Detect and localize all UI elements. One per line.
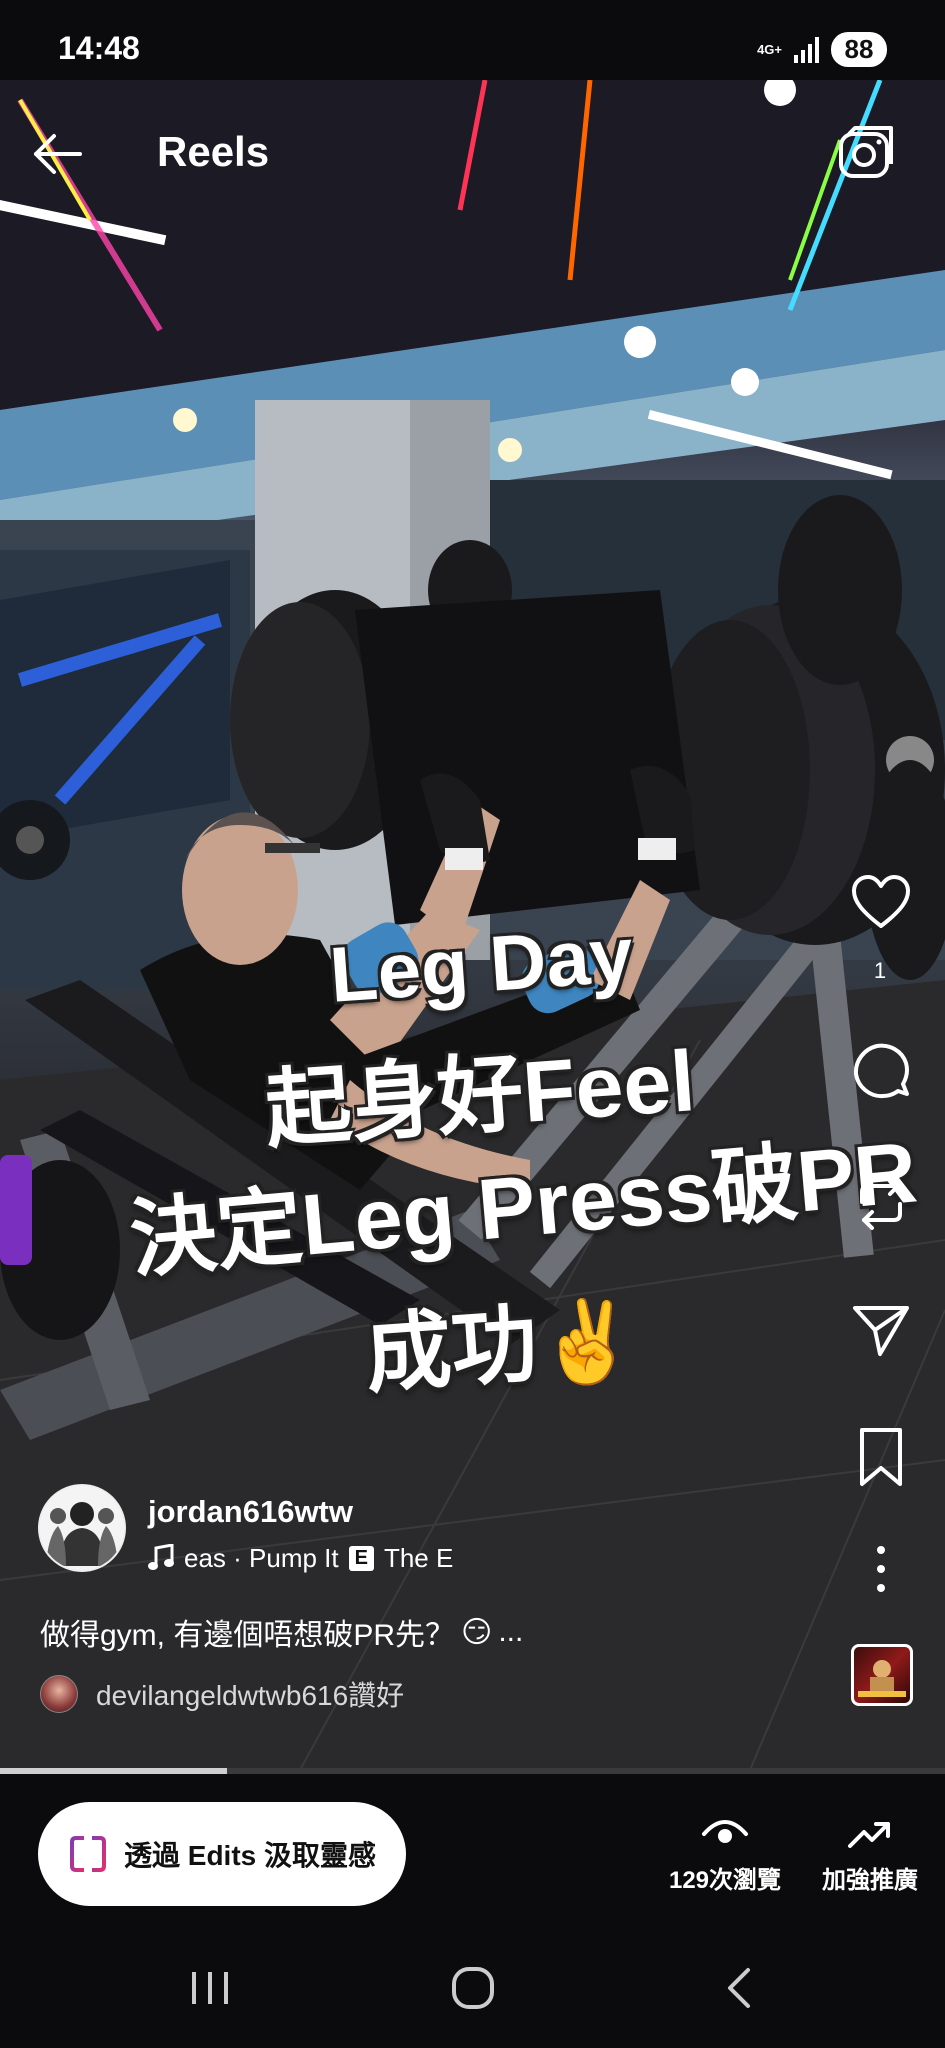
victory-hand-emoji: ✌️ bbox=[534, 1294, 640, 1390]
views-count: 129次瀏覽 bbox=[668, 1867, 782, 1894]
views-insight[interactable]: 129次瀏覽 bbox=[660, 1814, 790, 1895]
music-note-icon bbox=[148, 1544, 174, 1570]
back-button[interactable] bbox=[28, 124, 88, 184]
author-username[interactable]: jordan616wtw bbox=[148, 1494, 353, 1530]
action-rail: 1 bbox=[815, 0, 945, 2048]
comment-button[interactable] bbox=[850, 1040, 912, 1102]
like-count: 1 bbox=[873, 958, 887, 983]
author-avatar[interactable] bbox=[38, 1484, 126, 1572]
system-nav-bar bbox=[0, 1924, 945, 2048]
eye-icon bbox=[702, 1820, 748, 1843]
recent-apps-button[interactable] bbox=[180, 1958, 240, 2018]
reels-screen: 14:48 4G+ 88 Reels Leg Day 起身好Feel 決定Leg… bbox=[0, 0, 945, 2048]
remix-icon bbox=[860, 1176, 902, 1230]
battery-indicator: 88 bbox=[831, 32, 887, 67]
more-options-button[interactable] bbox=[850, 1538, 912, 1600]
home-icon bbox=[452, 1967, 494, 2009]
page-title: Reels bbox=[157, 128, 270, 175]
liker-avatar bbox=[40, 1675, 78, 1713]
music-title: eas · Pump It bbox=[184, 1542, 339, 1573]
status-bar: 14:48 4G+ 88 bbox=[0, 0, 945, 80]
remix-button[interactable] bbox=[850, 1172, 912, 1234]
liked-by-row[interactable]: devilangeldwtwb616讚好 bbox=[40, 1674, 404, 1714]
comment-icon bbox=[853, 1043, 909, 1099]
music-info[interactable]: eas · Pump It E The E bbox=[148, 1540, 508, 1576]
liked-by-text: devilangeldwtwb616讚好 bbox=[96, 1680, 405, 1711]
arrow-left-icon bbox=[34, 134, 82, 174]
more-icon bbox=[877, 1546, 885, 1592]
album-art-icon bbox=[858, 1660, 906, 1697]
heart-icon bbox=[852, 875, 910, 928]
home-button[interactable] bbox=[443, 1958, 503, 2018]
music-title-trail: The E bbox=[383, 1542, 454, 1573]
post-caption[interactable]: 做得gym, 有邊個唔想破PR先？ 😏 ... bbox=[40, 1610, 523, 1654]
avatar-image bbox=[40, 1486, 124, 1570]
overlay-text-line4-text: 成功 bbox=[362, 1296, 541, 1404]
audio-thumbnail[interactable] bbox=[851, 1644, 913, 1706]
network-type: 4G+ bbox=[757, 41, 782, 57]
caption-more[interactable]: ... bbox=[498, 1615, 523, 1649]
edits-logo-icon bbox=[70, 1836, 106, 1872]
status-time: 14:48 bbox=[58, 30, 140, 66]
like-button[interactable] bbox=[850, 872, 912, 934]
explicit-badge: E bbox=[348, 1545, 374, 1571]
boost-label: 加強推廣 bbox=[822, 1867, 918, 1894]
caption-text: 做得gym, 有邊個唔想破PR先？ bbox=[40, 1619, 456, 1652]
save-button[interactable] bbox=[850, 1426, 912, 1488]
reels-header: Reels bbox=[0, 80, 945, 220]
bookmark-icon bbox=[860, 1428, 902, 1486]
back-nav-button[interactable] bbox=[710, 1958, 770, 2018]
edits-label: 透過 Edits 汲取靈感 bbox=[124, 1840, 377, 1871]
boost-post-button[interactable]: 加強推廣 bbox=[810, 1814, 930, 1895]
caption-emoji: 😏 bbox=[461, 1615, 493, 1649]
share-button[interactable] bbox=[850, 1298, 912, 1360]
status-indicators: 4G+ 88 bbox=[757, 32, 887, 67]
overlay-text-line4: 成功✌️ bbox=[361, 1266, 641, 1410]
share-icon bbox=[853, 1306, 909, 1356]
signal-icon bbox=[794, 36, 819, 63]
bottom-action-bar: 透過 Edits 汲取靈感 129次瀏覽 加強推廣 bbox=[0, 1774, 945, 1924]
chevron-left-icon bbox=[728, 1968, 750, 2008]
recent-apps-icon bbox=[192, 1972, 228, 2004]
edits-inspiration-button[interactable]: 透過 Edits 汲取靈感 bbox=[38, 1802, 406, 1906]
trending-up-icon bbox=[848, 1822, 890, 1848]
